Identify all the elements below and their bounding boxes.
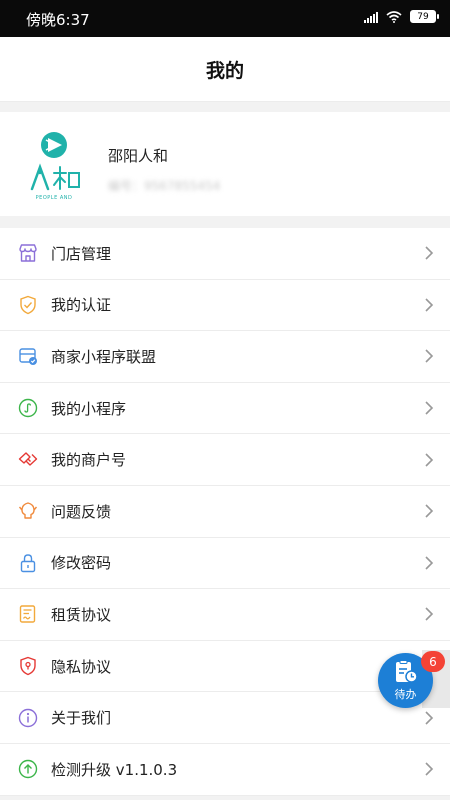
menu-item-my-mini-program[interactable]: 我的小程序	[0, 383, 450, 435]
menu-item-change-password[interactable]: 修改密码	[0, 538, 450, 590]
menu-item-lease-agreement[interactable]: 租赁协议	[0, 589, 450, 641]
privacy-shield-icon	[17, 655, 39, 677]
menu-item-check-upgrade[interactable]: 检测升级 v1.1.0.3	[0, 744, 450, 796]
menu-item-feedback[interactable]: 问题反馈	[0, 486, 450, 538]
shop-name: 邵阳人和	[108, 147, 169, 165]
chevron-right-icon	[425, 453, 434, 467]
menu-label: 关于我们	[51, 709, 112, 728]
chevron-right-icon	[425, 246, 434, 260]
menu-label: 门店管理	[51, 244, 112, 263]
chevron-right-icon	[425, 401, 434, 415]
menu-label: 修改密码	[51, 554, 112, 573]
todo-label: 待办	[394, 687, 417, 701]
feedback-icon	[17, 500, 39, 522]
page-title: 我的	[205, 59, 244, 82]
todo-clipboard-icon	[395, 659, 418, 683]
profile-card[interactable]: PEOPLE AND 邵阳人和 编号：9567855454	[0, 112, 450, 216]
brand-logo: PEOPLE AND	[22, 129, 86, 209]
logo-caption: PEOPLE AND	[35, 195, 73, 201]
store-icon	[17, 242, 39, 264]
battery-icon: 79	[410, 10, 439, 23]
menu-label: 隐私协议	[51, 657, 112, 676]
chevron-right-icon	[425, 762, 434, 776]
todo-count-badge: 6	[421, 651, 445, 672]
menu-label: 我的小程序	[51, 399, 127, 418]
merchant-id-icon	[17, 449, 39, 471]
menu-item-store-management[interactable]: 门店管理	[0, 228, 450, 280]
upgrade-icon	[17, 758, 39, 780]
chevron-right-icon	[425, 349, 434, 364]
lease-agreement-icon	[17, 603, 39, 625]
status-icons: 79	[364, 10, 439, 23]
menu-label: 我的认证	[51, 296, 112, 315]
nav-bar: 我的	[0, 37, 450, 102]
status-bar: 傍晚6:37 79	[0, 0, 450, 37]
chevron-right-icon	[425, 607, 434, 622]
battery-level: 79	[417, 11, 429, 22]
lock-icon	[17, 552, 39, 574]
shop-id: 编号：9567855454	[108, 179, 221, 193]
chevron-right-icon	[425, 556, 434, 570]
menu-label: 问题反馈	[51, 502, 112, 521]
menu-label: 商家小程序联盟	[51, 347, 157, 366]
certification-shield-icon	[17, 294, 39, 316]
menu-label: 租赁协议	[51, 605, 112, 624]
menu-label: 检测升级 v1.1.0.3	[51, 760, 178, 779]
info-icon	[17, 707, 39, 729]
signal-icon	[364, 11, 378, 23]
status-time: 傍晚6:37	[26, 11, 90, 29]
mini-program-alliance-icon	[17, 345, 39, 367]
menu-label: 我的商户号	[51, 451, 127, 470]
chevron-right-icon	[425, 504, 434, 518]
menu-item-mini-program-alliance[interactable]: 商家小程序联盟	[0, 331, 450, 383]
wifi-icon	[386, 10, 402, 23]
menu-item-my-certification[interactable]: 我的认证	[0, 280, 450, 332]
chevron-right-icon	[425, 711, 434, 725]
settings-menu: 门店管理 我的认证 商家小程序联盟 我的小程序 我的商户号 问题反馈 修改密码 …	[0, 228, 450, 796]
chevron-right-icon	[425, 298, 434, 312]
menu-item-about-us[interactable]: 关于我们	[0, 692, 450, 744]
menu-item-merchant-id[interactable]: 我的商户号	[0, 434, 450, 486]
mini-program-icon	[17, 397, 39, 419]
